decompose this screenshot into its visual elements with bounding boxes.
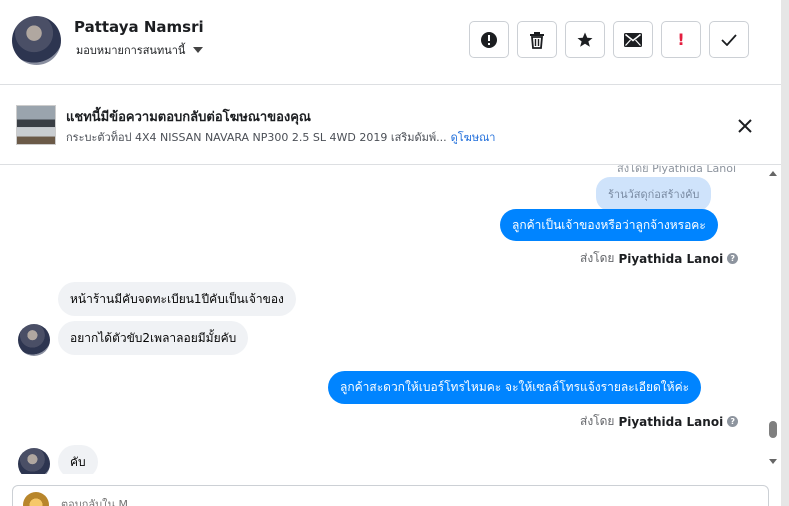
sender-name: Piyathida Lanoi <box>618 414 724 429</box>
ad-reply-banner: แชทนี้มีข้อความตอบกลับต่อโฆษณาของคุณ กระ… <box>0 85 781 165</box>
message-bubble-outgoing[interactable]: ลูกค้าเป็นเจ้าของหรือว่าลูกจ้างหรอคะ <box>500 209 718 241</box>
scroll-up-icon[interactable] <box>769 171 777 176</box>
message-list: ส่งโดย Piyathida Lanoi ร้านวัสดุก่อสร้าง… <box>0 165 766 474</box>
star-icon <box>577 32 593 47</box>
message-bubble-outgoing[interactable]: ร้านวัสดุก่อสร้างคับ <box>596 177 712 211</box>
close-icon[interactable] <box>735 116 755 136</box>
report-button[interactable] <box>469 21 509 58</box>
messenger-conversation: Pattaya Namsri มอบหมายการสนทนานี้ ! แชทน… <box>0 0 789 506</box>
reply-composer[interactable] <box>12 485 769 506</box>
ad-banner-title: แชทนี้มีข้อความตอบกลับต่อโฆษณาของคุณ <box>66 110 311 125</box>
caret-down-icon <box>193 47 204 53</box>
message-bubble-incoming[interactable]: อยากได้ตัวขับ2เพลาลอยมีมั้ยคับ <box>58 321 249 355</box>
contact-avatar-small[interactable] <box>18 324 50 356</box>
assign-label: มอบหมายการสนทนานี้ <box>76 44 186 57</box>
delete-button[interactable] <box>517 21 557 58</box>
sender-attribution: ส่งโดย Piyathida Lanoi ? <box>580 412 739 431</box>
message-bubble-incoming[interactable]: หน้าร้านมีคับจดทะเบียน1ปีคับเป็นเจ้าของ <box>58 282 296 316</box>
message-bubble-outgoing[interactable]: ลูกค้าสะดวกให้เบอร์โทรไหมคะ จะให้เซลล์โท… <box>328 371 702 404</box>
message-text: หน้าร้านมีคับจดทะเบียน1ปีคับเป็นเจ้าของ <box>70 291 284 306</box>
scroll-down-icon[interactable] <box>769 459 777 464</box>
ad-banner-description: กระบะตัวท็อป 4X4 NISSAN NAVARA NP300 2.5… <box>66 128 495 146</box>
scroll-thumb[interactable] <box>769 421 777 438</box>
conversation-toolbar: ! <box>469 21 749 58</box>
message-text: อยากได้ตัวขับ2เพลาลอยมีมั้ยคับ <box>70 330 237 345</box>
conversation-header: Pattaya Namsri มอบหมายการสนทนานี้ ! <box>0 0 781 85</box>
ad-description-text: กระบะตัวท็อป 4X4 NISSAN NAVARA NP300 2.5… <box>66 131 447 144</box>
mark-unread-button[interactable] <box>613 21 653 58</box>
exclamation-icon: ! <box>677 30 685 49</box>
contact-avatar[interactable] <box>12 16 61 65</box>
info-icon[interactable]: ? <box>727 416 739 427</box>
star-button[interactable] <box>565 21 605 58</box>
message-text: ลูกค้าเป็นเจ้าของหรือว่าลูกจ้างหรอคะ <box>512 217 706 232</box>
assign-conversation-dropdown[interactable]: มอบหมายการสนทนานี้ <box>76 41 204 59</box>
contact-name[interactable]: Pattaya Namsri <box>74 18 204 36</box>
window-scrollbar[interactable] <box>781 0 789 506</box>
contact-avatar-small[interactable] <box>18 448 50 474</box>
sender-attribution-clipped: ส่งโดย Piyathida Lanoi <box>617 165 736 175</box>
message-text: ร้านวัสดุก่อสร้างคับ <box>608 188 700 201</box>
message-scrollbar[interactable] <box>766 165 781 474</box>
sender-prefix: ส่งโดย <box>580 414 615 428</box>
page-avatar <box>23 492 49 506</box>
sender-prefix: ส่งโดย <box>580 251 615 265</box>
view-ad-link[interactable]: ดูโฆษณา <box>451 131 496 144</box>
message-bubble-incoming[interactable]: คับ <box>58 445 98 474</box>
check-icon <box>721 33 737 46</box>
sender-attribution: ส่งโดย Piyathida Lanoi ? <box>580 249 739 268</box>
info-icon[interactable]: ? <box>727 253 739 264</box>
sender-name: Piyathida Lanoi <box>618 251 724 266</box>
alert-circle-icon <box>481 31 497 48</box>
envelope-icon <box>624 32 642 47</box>
ad-thumbnail[interactable] <box>16 105 56 145</box>
trash-icon <box>530 31 544 49</box>
reply-input[interactable] <box>61 498 461 506</box>
message-text: ลูกค้าสะดวกให้เบอร์โทรไหมคะ จะให้เซลล์โท… <box>340 380 690 394</box>
message-text: คับ <box>70 454 86 469</box>
follow-up-button[interactable]: ! <box>661 21 701 58</box>
mark-done-button[interactable] <box>709 21 749 58</box>
